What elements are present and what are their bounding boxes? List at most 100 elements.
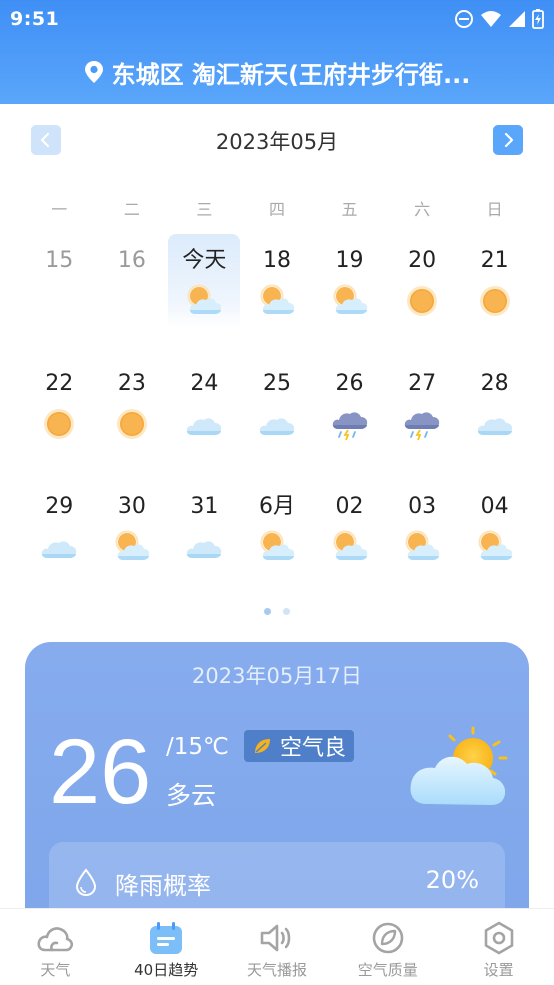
partly-cloudy-icon	[113, 530, 151, 564]
location-selector[interactable]: 东城区 淘汇新天(王府井步行街...	[0, 52, 554, 92]
calendar-day[interactable]: 27	[386, 355, 459, 478]
leaf-icon	[255, 739, 270, 753]
page-dot-active[interactable]	[264, 608, 271, 615]
cloudy-icon	[258, 407, 296, 441]
day-number: 25	[262, 371, 291, 396]
day-number: 15	[45, 248, 74, 273]
day-number: 19	[335, 248, 364, 273]
detail-date: 2023年05月17日	[192, 664, 362, 688]
tab-label: 空气质量	[357, 961, 418, 979]
calendar-day[interactable]: 31	[168, 478, 241, 601]
calendar-day[interactable]: 03	[386, 478, 459, 601]
signal-icon	[509, 11, 525, 27]
battery-charging-icon	[532, 9, 544, 29]
partly-cloudy-icon	[331, 284, 369, 318]
next-month-button[interactable]	[493, 125, 523, 155]
day-number: 21	[480, 248, 509, 273]
speaker-icon	[258, 921, 296, 955]
tab-weather[interactable]: 天气	[0, 909, 111, 985]
tab-weather-broadcast[interactable]: 天气播报	[222, 909, 333, 985]
weekday-label: 一	[51, 200, 68, 219]
weekday-row: 一 二 三 四 五 六 日	[23, 196, 531, 220]
sunny-icon	[113, 407, 151, 441]
bottom-tab-bar: 天气 40日趋势 天气播报 空气质量 设置	[0, 908, 554, 985]
day-number: 02	[335, 494, 364, 519]
month-title: 2023年05月	[215, 130, 339, 154]
calendar-day[interactable]: 21	[458, 232, 531, 355]
tab-label: 天气	[40, 961, 71, 979]
cloudy-icon	[185, 407, 223, 441]
calendar-day[interactable]: 15	[23, 232, 96, 355]
calendar-icon	[147, 921, 185, 955]
day-number: 6月	[258, 494, 295, 519]
cloudy-icon	[185, 530, 223, 564]
page-indicator	[0, 608, 554, 618]
tab-settings[interactable]: 设置	[443, 909, 554, 985]
calendar-day[interactable]: 25	[241, 355, 314, 478]
day-number: 18	[262, 248, 291, 273]
day-number: 29	[45, 494, 74, 519]
cloudy-icon	[40, 530, 78, 564]
tab-40-day-trend[interactable]: 40日趋势	[111, 909, 222, 985]
page-dot[interactable]	[283, 608, 290, 615]
weekday-label: 三	[196, 200, 213, 219]
day-number: 28	[480, 371, 509, 396]
settings-icon	[480, 921, 518, 955]
location-text: 东城区 淘汇新天(王府井步行街...	[111, 60, 471, 89]
calendar-day[interactable]: 18	[241, 232, 314, 355]
rain-probability-value: 20%	[425, 866, 479, 894]
day-number: 16	[117, 248, 146, 273]
weekday-label: 四	[268, 200, 285, 219]
air-quality-icon	[369, 921, 407, 955]
rain-probability-label: 降雨概率	[115, 872, 211, 900]
sunny-icon	[40, 407, 78, 441]
day-number: 20	[408, 248, 437, 273]
weather-cloud-icon	[36, 921, 74, 955]
partly-cloudy-icon	[476, 530, 514, 564]
day-number: 30	[117, 494, 146, 519]
partly-cloudy-icon	[331, 530, 369, 564]
day-number: 22	[45, 371, 74, 396]
day-number: 23	[117, 371, 146, 396]
day-detail-card: 2023年05月17日 26 /15℃ 空气良 多云 降雨概率 20%	[25, 642, 529, 942]
calendar-day[interactable]: 16	[96, 232, 169, 355]
weekday-label: 五	[341, 200, 358, 219]
weekday-label: 日	[486, 200, 503, 219]
calendar-day[interactable]: 26	[313, 355, 386, 478]
calendar-day[interactable]: 6月	[241, 478, 314, 601]
air-quality-text: 空气良	[280, 736, 347, 761]
calendar-day[interactable]: 24	[168, 355, 241, 478]
calendar-day[interactable]: 23	[96, 355, 169, 478]
weekday-label: 二	[123, 200, 140, 219]
sunny-icon	[476, 284, 514, 318]
weekday-label: 六	[414, 200, 431, 219]
day-number: 24	[190, 371, 219, 396]
sunny-icon	[403, 284, 441, 318]
air-quality-badge[interactable]: 空气良	[244, 730, 355, 762]
calendar-day[interactable]: 28	[458, 355, 531, 478]
partly-cloudy-icon	[258, 284, 296, 318]
wifi-icon	[481, 11, 501, 27]
thunderstorm-icon	[403, 407, 441, 441]
tab-label: 天气播报	[246, 961, 307, 979]
calendar-day[interactable]: 29	[23, 478, 96, 601]
partly-cloudy-icon	[403, 530, 441, 564]
calendar-day[interactable]: 20	[386, 232, 459, 355]
raindrop-icon	[75, 868, 97, 896]
partly-cloudy-icon	[410, 726, 508, 805]
calendar-day[interactable]: 04	[458, 478, 531, 601]
tab-label: 40日趋势	[134, 961, 199, 979]
day-number: 今天	[182, 248, 227, 273]
thunderstorm-icon	[331, 407, 369, 441]
calendar-day[interactable]: 19	[313, 232, 386, 355]
day-number: 03	[408, 494, 437, 519]
do-not-disturb-icon	[455, 10, 473, 28]
day-number: 26	[335, 371, 364, 396]
status-bar: 9:51	[0, 0, 554, 38]
tab-air-quality[interactable]: 空气质量	[332, 909, 443, 985]
calendar-day-today[interactable]: 今天	[168, 234, 241, 328]
calendar-day[interactable]: 30	[96, 478, 169, 601]
calendar-day[interactable]: 02	[313, 478, 386, 601]
calendar-day[interactable]: 22	[23, 355, 96, 478]
weather-condition: 多云	[166, 781, 217, 810]
